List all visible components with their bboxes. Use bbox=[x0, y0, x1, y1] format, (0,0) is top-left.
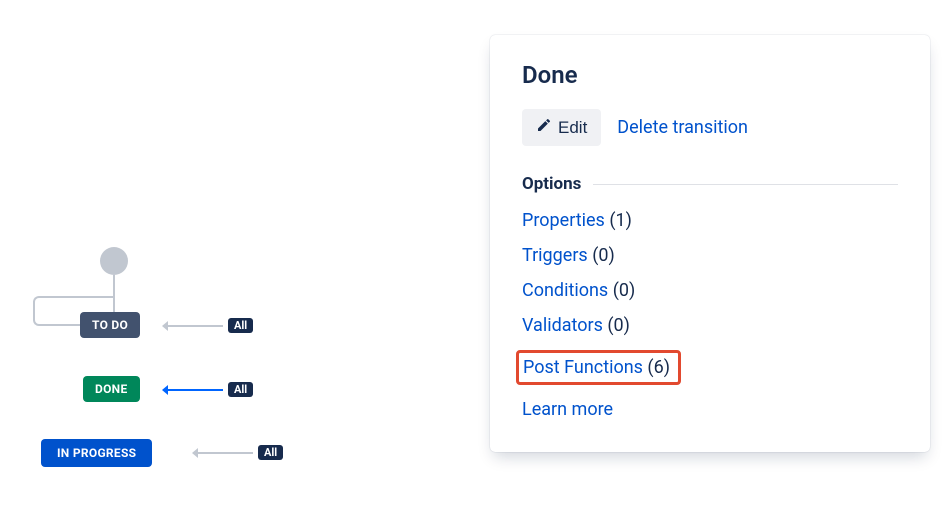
workflow-start-node[interactable] bbox=[100, 247, 128, 275]
transition-badge-done[interactable]: All bbox=[228, 382, 253, 397]
options-divider bbox=[593, 184, 898, 185]
transition-panel: Done Edit Delete transition Options Prop… bbox=[490, 35, 930, 452]
learn-more-link[interactable]: Learn more bbox=[522, 399, 613, 420]
post-functions-highlight: Post Functions (6) bbox=[516, 350, 681, 385]
option-conditions: Conditions (0) bbox=[522, 280, 898, 301]
validators-link[interactable]: Validators bbox=[522, 315, 603, 336]
panel-title: Done bbox=[522, 61, 898, 89]
conditions-count: (0) bbox=[613, 280, 636, 301]
options-list: Properties (1) Triggers (0) Conditions (… bbox=[522, 210, 898, 420]
workflow-start-connector bbox=[113, 275, 115, 315]
conditions-link[interactable]: Conditions bbox=[522, 280, 608, 301]
option-post-functions: Post Functions (6) bbox=[522, 350, 898, 385]
status-todo[interactable]: TO DO bbox=[80, 312, 140, 338]
transition-badge-todo[interactable]: All bbox=[228, 318, 253, 333]
option-triggers: Triggers (0) bbox=[522, 245, 898, 266]
post-functions-link[interactable]: Post Functions bbox=[523, 357, 643, 378]
delete-transition-link[interactable]: Delete transition bbox=[617, 117, 748, 138]
post-functions-count: (6) bbox=[647, 357, 670, 378]
transition-arrow-todo bbox=[168, 325, 223, 327]
options-header: Options bbox=[522, 174, 898, 194]
transition-arrow-inprogress bbox=[198, 452, 253, 454]
status-in-progress[interactable]: IN PROGRESS bbox=[41, 439, 152, 467]
transition-badge-inprogress[interactable]: All bbox=[258, 445, 283, 460]
option-validators: Validators (0) bbox=[522, 315, 898, 336]
option-learn-more: Learn more bbox=[522, 399, 898, 420]
triggers-link[interactable]: Triggers bbox=[522, 245, 588, 266]
triggers-count: (0) bbox=[592, 245, 615, 266]
options-label: Options bbox=[522, 174, 581, 194]
edit-button[interactable]: Edit bbox=[522, 109, 601, 146]
edit-button-label: Edit bbox=[558, 118, 587, 138]
panel-actions: Edit Delete transition bbox=[522, 109, 898, 146]
properties-link[interactable]: Properties bbox=[522, 210, 605, 231]
workflow-canvas: TO DO All DONE All IN PROGRESS All bbox=[0, 0, 470, 526]
pencil-icon bbox=[536, 117, 552, 138]
validators-count: (0) bbox=[607, 315, 630, 336]
transition-arrow-done bbox=[168, 389, 223, 391]
option-properties: Properties (1) bbox=[522, 210, 898, 231]
status-done[interactable]: DONE bbox=[83, 376, 140, 402]
properties-count: (1) bbox=[609, 210, 632, 231]
